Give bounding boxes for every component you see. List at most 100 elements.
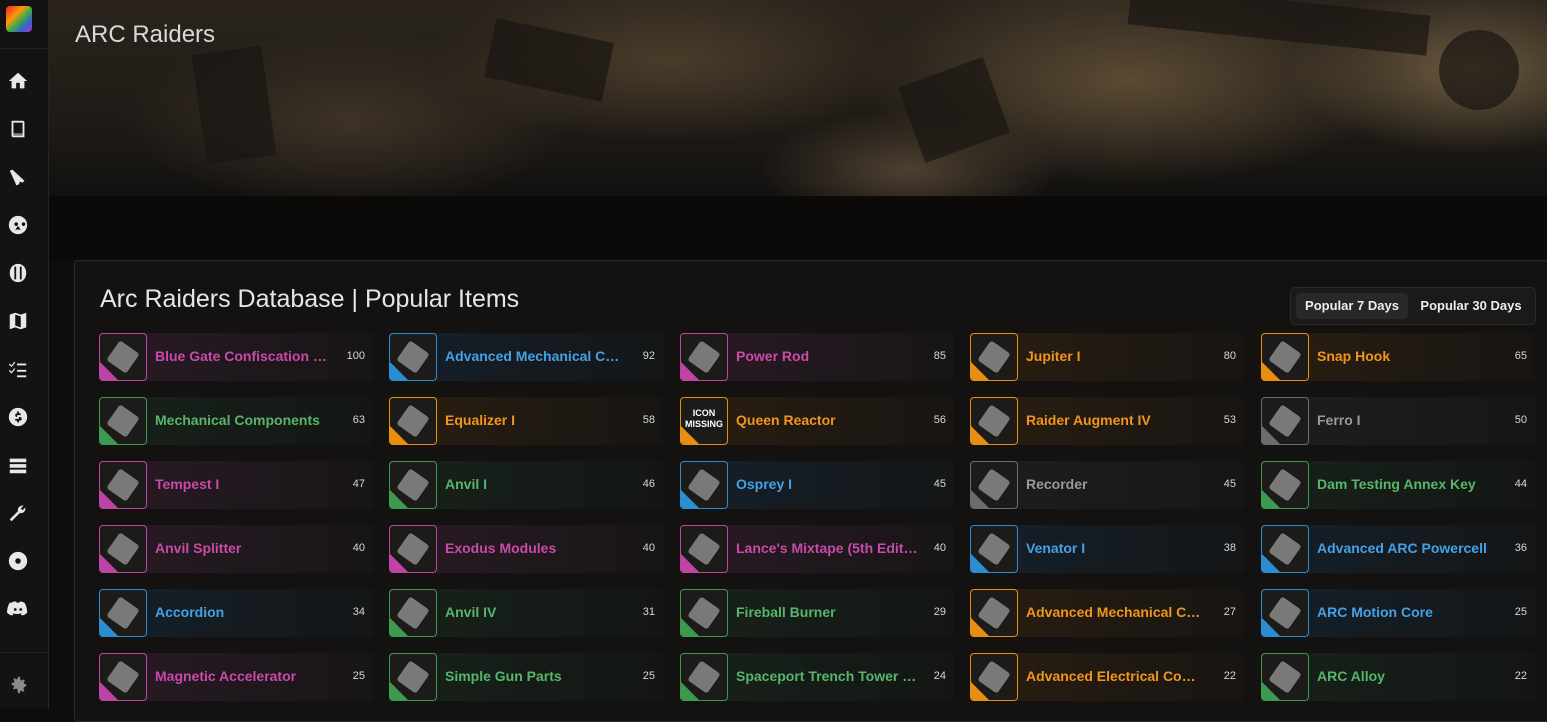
tab-popular-7-days[interactable]: Popular 7 Days — [1296, 293, 1408, 319]
item-count: 22 — [1514, 670, 1527, 682]
item-count: 31 — [642, 606, 655, 618]
item-icon — [389, 333, 437, 381]
item-image — [106, 596, 140, 630]
item-name: Advanced Mechanical Components — [1026, 604, 1208, 620]
item-card[interactable]: Equalizer I 58 — [389, 397, 663, 445]
item-card[interactable]: Exodus Modules 40 — [389, 525, 663, 573]
item-card[interactable]: Accordion 34 — [99, 589, 373, 637]
item-name: Ferro I — [1317, 412, 1361, 428]
item-card[interactable]: Simple Gun Parts 25 — [389, 653, 663, 701]
item-image — [977, 660, 1011, 694]
item-icon — [99, 333, 147, 381]
item-icon — [99, 589, 147, 637]
item-name: Mechanical Components — [155, 412, 320, 428]
item-card[interactable]: Mechanical Components 63 — [99, 397, 373, 445]
item-icon — [1261, 333, 1309, 381]
item-count: 47 — [352, 478, 365, 490]
item-card[interactable]: Raider Augment IV 53 — [970, 397, 1244, 445]
item-card[interactable]: Lance's Mixtape (5th Edition) 40 — [680, 525, 954, 573]
weapon-icon[interactable] — [6, 166, 30, 190]
item-name: Anvil Splitter — [155, 540, 242, 556]
item-count: 100 — [346, 350, 365, 362]
biohazard-icon[interactable] — [6, 549, 30, 573]
item-count: 63 — [352, 414, 365, 426]
item-image — [1268, 660, 1302, 694]
item-count: 22 — [1223, 670, 1236, 682]
item-icon — [1261, 589, 1309, 637]
item-icon — [970, 461, 1018, 509]
trade-icon[interactable] — [6, 405, 30, 429]
item-icon — [970, 653, 1018, 701]
database-icon[interactable] — [6, 453, 30, 477]
gear-icon[interactable] — [6, 673, 30, 697]
item-name: Simple Gun Parts — [445, 668, 562, 684]
item-name: Advanced ARC Powercell — [1317, 540, 1487, 556]
item-icon — [680, 589, 728, 637]
item-name: Exodus Modules — [445, 540, 557, 556]
item-name: Tempest I — [155, 476, 220, 492]
item-count: 34 — [352, 606, 365, 618]
site-logo[interactable] — [6, 6, 32, 32]
item-card[interactable]: ARC Alloy 22 — [1261, 653, 1535, 701]
home-icon[interactable] — [6, 69, 30, 93]
item-name: Blue Gate Confiscation Room Key — [155, 348, 337, 364]
item-card[interactable]: Anvil IV 31 — [389, 589, 663, 637]
item-icon — [1261, 461, 1309, 509]
item-card[interactable]: Recorder 45 — [970, 461, 1244, 509]
item-icon — [970, 397, 1018, 445]
item-image — [1268, 468, 1302, 502]
arc-enemy-icon[interactable] — [6, 213, 30, 237]
item-icon — [389, 461, 437, 509]
item-card[interactable]: Venator I 38 — [970, 525, 1244, 573]
item-card[interactable]: ICON MISSING Queen Reactor 56 — [680, 397, 954, 445]
item-card[interactable]: Advanced ARC Powercell 36 — [1261, 525, 1535, 573]
item-card[interactable]: Snap Hook 65 — [1261, 333, 1535, 381]
item-card[interactable]: Anvil Splitter 40 — [99, 525, 373, 573]
item-card[interactable]: Osprey I 45 — [680, 461, 954, 509]
item-icon — [1261, 653, 1309, 701]
item-count: 58 — [642, 414, 655, 426]
item-image — [396, 468, 430, 502]
item-image — [977, 340, 1011, 374]
item-card[interactable]: Jupiter I 80 — [970, 333, 1244, 381]
item-card[interactable]: Fireball Burner 29 — [680, 589, 954, 637]
page-title: ARC Raiders — [75, 21, 216, 48]
sidebar-divider — [0, 48, 48, 49]
item-card[interactable]: Tempest I 47 — [99, 461, 373, 509]
map-icon[interactable] — [6, 309, 30, 333]
checklist-icon[interactable] — [6, 357, 30, 381]
item-name: Venator I — [1026, 540, 1086, 556]
item-icon — [99, 653, 147, 701]
item-card[interactable]: Advanced Mechanical Components 92 — [389, 333, 663, 381]
item-card[interactable]: Spaceport Trench Tower Key 24 — [680, 653, 954, 701]
item-card[interactable]: ARC Motion Core 25 — [1261, 589, 1535, 637]
item-card[interactable]: Dam Testing Annex Key 44 — [1261, 461, 1535, 509]
item-card[interactable]: Anvil I 46 — [389, 461, 663, 509]
item-count: 46 — [642, 478, 655, 490]
item-image — [687, 660, 721, 694]
discord-icon[interactable] — [6, 597, 30, 621]
item-image — [687, 532, 721, 566]
item-card[interactable]: Advanced Electrical Components 22 — [970, 653, 1244, 701]
tab-popular-30-days[interactable]: Popular 30 Days — [1412, 293, 1530, 319]
item-count: 65 — [1514, 350, 1527, 362]
wrench-icon[interactable] — [6, 501, 30, 525]
item-card[interactable]: Power Rod 85 — [680, 333, 954, 381]
item-card[interactable]: Magnetic Accelerator 25 — [99, 653, 373, 701]
item-count: 44 — [1514, 478, 1527, 490]
item-image — [1268, 596, 1302, 630]
item-count: 27 — [1223, 606, 1236, 618]
item-card[interactable]: Advanced Mechanical Components 27 — [970, 589, 1244, 637]
item-name: Anvil I — [445, 476, 488, 492]
icon-missing-label: ICON MISSING — [684, 408, 723, 429]
item-icon — [680, 653, 728, 701]
item-card[interactable]: Blue Gate Confiscation Room Key 100 — [99, 333, 373, 381]
item-image — [977, 596, 1011, 630]
item-image — [687, 340, 721, 374]
barrel-icon[interactable] — [6, 261, 30, 285]
item-name: Lance's Mixtape (5th Edition) — [736, 540, 918, 556]
book-icon[interactable] — [6, 117, 30, 141]
item-icon — [1261, 397, 1309, 445]
item-card[interactable]: Ferro I 50 — [1261, 397, 1535, 445]
sidebar — [0, 0, 49, 709]
